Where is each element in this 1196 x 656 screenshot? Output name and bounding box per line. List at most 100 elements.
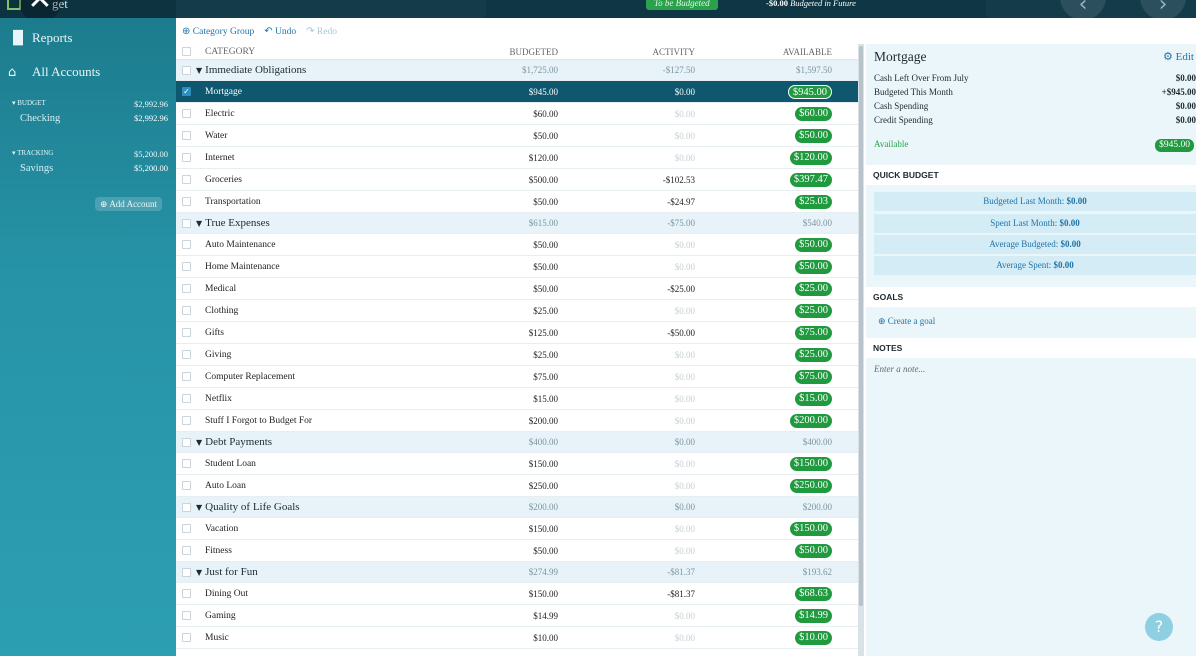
- available-cell[interactable]: $25.03: [795, 194, 832, 209]
- category-name[interactable]: Auto Loan: [205, 481, 246, 491]
- available-badge[interactable]: $250.00: [789, 478, 832, 493]
- select-all-checkbox[interactable]: [182, 47, 191, 56]
- category-name[interactable]: Fitness: [205, 546, 232, 556]
- category-name[interactable]: Student Loan: [205, 459, 256, 469]
- available-cell[interactable]: $200.00: [789, 413, 832, 428]
- activity-cell[interactable]: -$75.00: [667, 218, 695, 228]
- available-badge[interactable]: $50.00: [795, 237, 832, 252]
- collapse-triangle-icon[interactable]: ▼: [196, 568, 202, 577]
- row-checkbox[interactable]: [182, 437, 191, 447]
- available-cell[interactable]: $25.00: [795, 347, 832, 362]
- available-cell[interactable]: $60.00: [795, 106, 832, 121]
- category-row[interactable]: Dining Out $150.00 -$81.37 $68.63: [176, 583, 858, 605]
- category-name[interactable]: Auto Maintenance: [205, 240, 275, 250]
- budgeted-cell[interactable]: $274.99: [529, 567, 558, 577]
- budgeted-cell[interactable]: $125.00: [529, 328, 558, 338]
- activity-cell[interactable]: -$24.97: [667, 197, 695, 207]
- available-badge[interactable]: $25.00: [795, 347, 832, 362]
- activity-cell[interactable]: $0.00: [675, 611, 695, 621]
- available-badge[interactable]: $120.00: [789, 150, 832, 165]
- row-checkbox[interactable]: [182, 240, 191, 249]
- available-cell[interactable]: $14.99: [795, 608, 832, 623]
- category-row[interactable]: Giving $25.00 $0.00 $25.00: [176, 344, 858, 366]
- available-cell[interactable]: $400.00: [803, 437, 832, 447]
- category-group-row[interactable]: ▼ Just for Fun $274.99 -$81.37 $193.62: [176, 562, 858, 583]
- available-cell[interactable]: $150.00: [789, 456, 832, 471]
- category-row[interactable]: Internet $120.00 $0.00 $120.00: [176, 147, 858, 169]
- category-row[interactable]: Auto Maintenance $50.00 $0.00 $50.00: [176, 234, 858, 256]
- activity-cell[interactable]: $0.00: [675, 459, 695, 469]
- available-cell[interactable]: $50.00: [795, 237, 832, 252]
- row-checkbox[interactable]: [182, 65, 191, 75]
- activity-cell[interactable]: $0.00: [675, 372, 695, 382]
- available-cell[interactable]: $540.00: [803, 218, 832, 228]
- category-name[interactable]: Giving: [205, 350, 231, 360]
- category-row[interactable]: Water $50.00 $0.00 $50.00: [176, 125, 858, 147]
- available-cell[interactable]: $1,597.50: [796, 65, 832, 75]
- activity-cell[interactable]: -$25.00: [667, 284, 695, 294]
- available-cell[interactable]: $25.00: [795, 281, 832, 296]
- category-name[interactable]: Home Maintenance: [205, 262, 280, 272]
- available-cell[interactable]: $50.00: [795, 128, 832, 143]
- category-row[interactable]: Groceries $500.00 -$102.53 $397.47: [176, 169, 858, 191]
- budgeted-cell[interactable]: $500.00: [529, 175, 558, 185]
- activity-cell[interactable]: $0.00: [675, 306, 695, 316]
- category-row[interactable]: Gaming $14.99 $0.00 $14.99: [176, 605, 858, 627]
- row-checkbox[interactable]: [182, 328, 191, 337]
- row-checkbox[interactable]: [182, 306, 191, 315]
- available-cell[interactable]: $120.00: [789, 150, 832, 165]
- budgeted-cell[interactable]: $120.00: [529, 153, 558, 163]
- note-input[interactable]: Enter a note...: [874, 364, 925, 374]
- category-name[interactable]: Electric: [205, 109, 235, 119]
- activity-cell[interactable]: $0.00: [675, 524, 695, 534]
- activity-cell[interactable]: $0.00: [675, 350, 695, 360]
- activity-cell[interactable]: $0.00: [675, 262, 695, 272]
- budgeted-cell[interactable]: $250.00: [529, 481, 558, 491]
- category-row[interactable]: Computer Replacement $75.00 $0.00 $75.00: [176, 366, 858, 388]
- available-badge[interactable]: $75.00: [795, 369, 832, 384]
- available-badge[interactable]: $68.63: [795, 586, 832, 601]
- activity-cell[interactable]: $0.00: [675, 546, 695, 556]
- budgeted-cell[interactable]: $25.00: [533, 350, 558, 360]
- category-name[interactable]: Netflix: [205, 394, 232, 404]
- row-checkbox[interactable]: [182, 633, 191, 642]
- row-checkbox[interactable]: [182, 567, 191, 577]
- category-row[interactable]: Auto Loan $250.00 $0.00 $250.00: [176, 475, 858, 497]
- quick-budget-average-budgeted-button[interactable]: Average Budgeted: $0.00: [874, 235, 1196, 254]
- available-badge[interactable]: $60.00: [795, 106, 832, 121]
- category-name[interactable]: Mortgage: [205, 87, 242, 97]
- group-name[interactable]: ▼ Just for Fun: [196, 566, 258, 578]
- available-cell[interactable]: $200.00: [803, 502, 832, 512]
- redo-button[interactable]: ↷ Redo: [306, 26, 337, 37]
- available-cell[interactable]: $25.00: [795, 303, 832, 318]
- quick-budget-spent-last-month-button[interactable]: Spent Last Month: $0.00: [874, 214, 1196, 233]
- row-checkbox[interactable]: [182, 394, 191, 403]
- sidebar-item-reports[interactable]: ▐▌ Reports: [8, 28, 72, 48]
- category-row[interactable]: Clothing $25.00 $0.00 $25.00: [176, 300, 858, 322]
- category-row[interactable]: Stuff I Forgot to Budget For $200.00 $0.00…: [176, 410, 858, 432]
- collapse-triangle-icon[interactable]: ▼: [196, 66, 202, 75]
- available-badge[interactable]: $397.47: [789, 172, 832, 187]
- available-badge[interactable]: $200.00: [789, 413, 832, 428]
- group-name[interactable]: ▼ Debt Payments: [196, 436, 272, 448]
- category-group-row[interactable]: ▼ Debt Payments $400.00 $0.00 $400.00: [176, 432, 858, 453]
- to-be-budgeted-badge[interactable]: To be Budgeted: [646, 0, 718, 10]
- available-badge[interactable]: $50.00: [795, 128, 832, 143]
- available-cell[interactable]: $50.00: [795, 543, 832, 558]
- category-group-row[interactable]: ▼ True Expenses $615.00 -$75.00 $540.00: [176, 213, 858, 234]
- category-name[interactable]: Music: [205, 633, 229, 643]
- edit-button[interactable]: ⚙ Edit: [1163, 50, 1194, 63]
- budgeted-cell[interactable]: $50.00: [533, 262, 558, 272]
- row-checkbox[interactable]: [182, 197, 191, 206]
- available-badge[interactable]: $945.00: [787, 84, 832, 99]
- activity-cell[interactable]: $0.00: [675, 394, 695, 404]
- add-category-group-button[interactable]: ⊕ Category Group: [182, 26, 254, 37]
- available-cell[interactable]: $75.00: [795, 325, 832, 340]
- budgeted-cell[interactable]: $200.00: [529, 502, 558, 512]
- category-row[interactable]: Gifts $125.00 -$50.00 $75.00: [176, 322, 858, 344]
- available-badge[interactable]: $150.00: [789, 521, 832, 536]
- add-account-button[interactable]: ⊕ Add Account: [95, 197, 163, 211]
- budgeted-cell[interactable]: $60.00: [533, 109, 558, 119]
- available-badge[interactable]: $25.00: [795, 281, 832, 296]
- available-cell[interactable]: $250.00: [789, 478, 832, 493]
